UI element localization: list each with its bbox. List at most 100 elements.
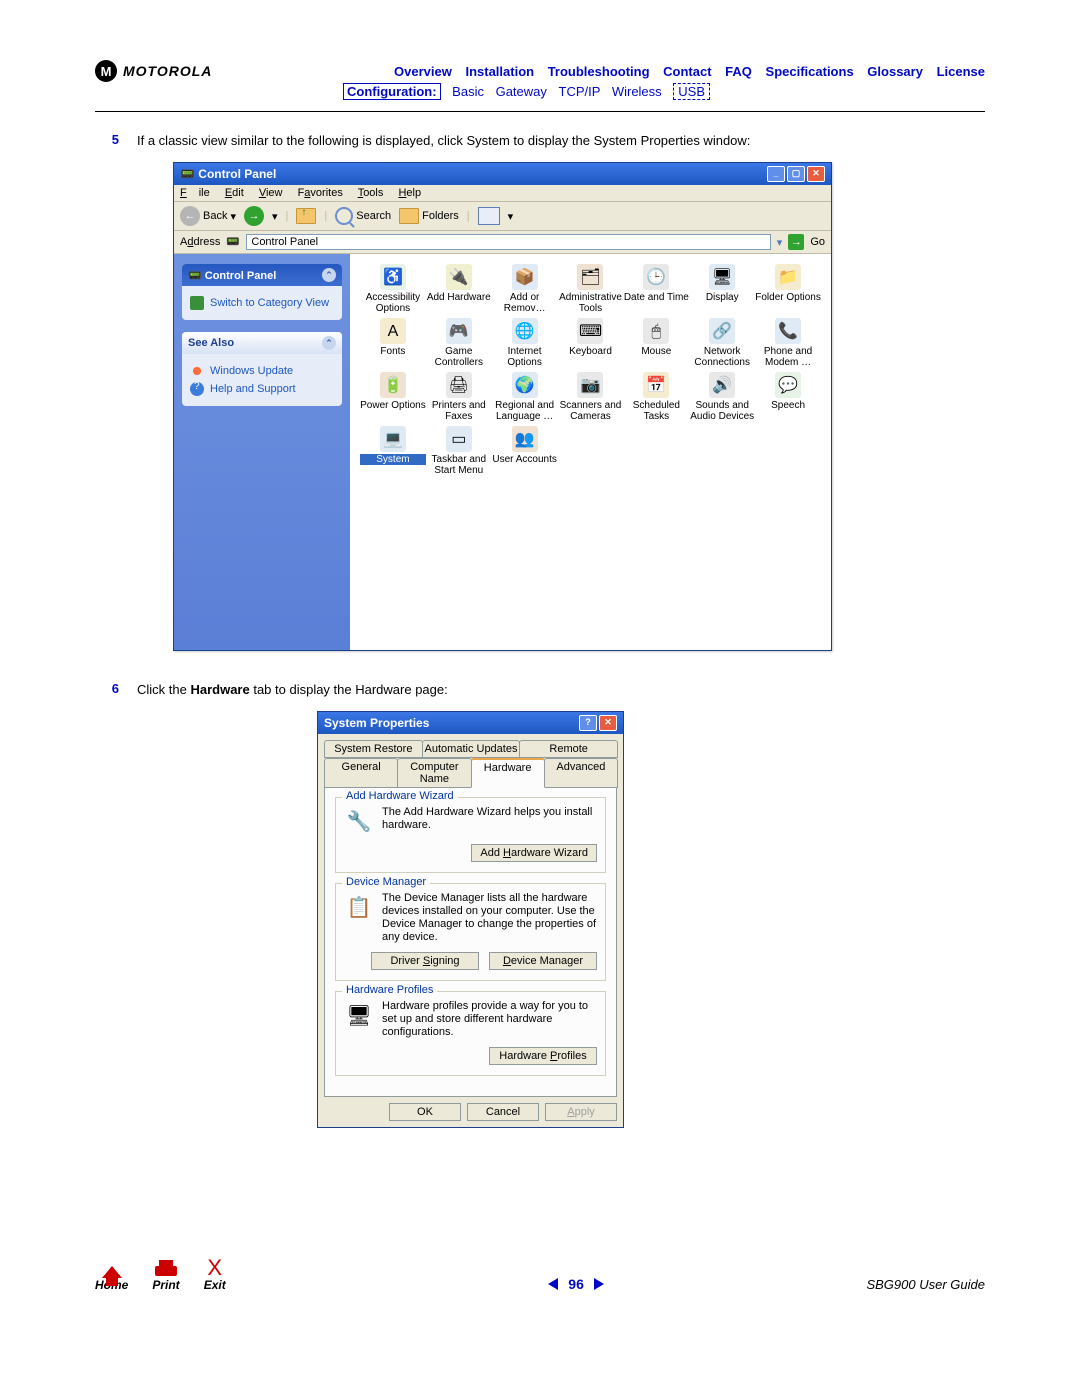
cp-item-speech[interactable]: 💬Speech bbox=[755, 372, 821, 424]
cp-icon: 🔌 bbox=[446, 264, 472, 290]
close-button[interactable]: ✕ bbox=[807, 166, 825, 182]
menu-help[interactable]: Help bbox=[398, 187, 421, 199]
cp-item-network-connections[interactable]: 🔗Network Connections bbox=[689, 318, 755, 370]
nav-glossary[interactable]: Glossary bbox=[867, 64, 923, 79]
cp-item-label: Network Connections bbox=[689, 346, 755, 368]
nav-troubleshooting[interactable]: Troubleshooting bbox=[548, 64, 650, 79]
cp-item-system[interactable]: 💻System bbox=[360, 426, 426, 478]
cp-item-mouse[interactable]: 🖱Mouse bbox=[623, 318, 689, 370]
cp-item-scanners-and-cameras[interactable]: 📷Scanners and Cameras bbox=[558, 372, 624, 424]
print-label: Print bbox=[152, 1278, 179, 1292]
views-button[interactable] bbox=[478, 207, 500, 225]
subnav-gateway[interactable]: Gateway bbox=[496, 84, 547, 99]
driver-signing-button[interactable]: Driver Signing bbox=[371, 952, 479, 970]
menu-favorites[interactable]: Favorites bbox=[298, 187, 343, 199]
user-guide-label: SBG900 User Guide bbox=[866, 1277, 985, 1292]
close-button[interactable]: ✕ bbox=[599, 715, 617, 731]
cp-item-add-or-remov[interactable]: 📦Add or Remov… bbox=[492, 264, 558, 316]
windows-update-link[interactable]: Windows Update bbox=[190, 364, 334, 378]
nav-license[interactable]: License bbox=[937, 64, 985, 79]
header-separator bbox=[95, 111, 985, 112]
print-button[interactable]: Print bbox=[152, 1260, 179, 1292]
search-button[interactable]: Search bbox=[335, 207, 391, 225]
add-hardware-wizard-button[interactable]: Add Hardware Wizard bbox=[471, 844, 597, 862]
exit-button[interactable]: X Exit bbox=[204, 1258, 226, 1292]
cp-item-regional-and-language[interactable]: 🌍Regional and Language … bbox=[492, 372, 558, 424]
tab-automatic-updates[interactable]: Automatic Updates bbox=[422, 740, 521, 758]
subnav-basic[interactable]: Basic bbox=[452, 84, 484, 99]
apply-button[interactable]: Apply bbox=[545, 1103, 617, 1121]
collapse-icon[interactable]: ⌃ bbox=[322, 268, 336, 282]
tab-system-restore[interactable]: System Restore bbox=[324, 740, 423, 758]
back-button[interactable]: ← Back ▾ bbox=[180, 206, 236, 226]
nav-specifications[interactable]: Specifications bbox=[766, 64, 854, 79]
tab-computer-name[interactable]: Computer Name bbox=[397, 758, 471, 788]
subnav-tcpip[interactable]: TCP/IP bbox=[559, 84, 601, 99]
cp-item-date-and-time[interactable]: 🕒Date and Time bbox=[623, 264, 689, 316]
cp-item-user-accounts[interactable]: 👥User Accounts bbox=[492, 426, 558, 478]
cp-item-internet-options[interactable]: 🌐Internet Options bbox=[492, 318, 558, 370]
help-support-link[interactable]: Help and Support bbox=[190, 382, 334, 396]
cp-item-taskbar-and-start-menu[interactable]: ▭Taskbar and Start Menu bbox=[426, 426, 492, 478]
step-6-number: 6 bbox=[105, 681, 119, 699]
ok-button[interactable]: OK bbox=[389, 1103, 461, 1121]
step-6-text: Click the Hardware tab to display the Ha… bbox=[137, 681, 985, 699]
cp-item-fonts[interactable]: AFonts bbox=[360, 318, 426, 370]
prev-page-button[interactable] bbox=[548, 1278, 558, 1290]
menu-edit[interactable]: Edit bbox=[225, 187, 244, 199]
tab-advanced[interactable]: Advanced bbox=[544, 758, 618, 788]
menu-tools[interactable]: Tools bbox=[358, 187, 384, 199]
minimize-button[interactable]: _ bbox=[767, 166, 785, 182]
device-manager-button[interactable]: Device Manager bbox=[489, 952, 597, 970]
go-button[interactable]: → bbox=[788, 234, 804, 250]
cp-item-power-options[interactable]: 🔋Power Options bbox=[360, 372, 426, 424]
menu-file[interactable]: File bbox=[180, 187, 210, 199]
tab-remote[interactable]: Remote bbox=[519, 740, 618, 758]
address-label: Address bbox=[180, 236, 220, 248]
cp-item-add-hardware[interactable]: 🔌Add Hardware bbox=[426, 264, 492, 316]
up-icon[interactable]: ↑ bbox=[296, 208, 316, 224]
cp-item-folder-options[interactable]: 📁Folder Options bbox=[755, 264, 821, 316]
cp-item-label: System bbox=[360, 454, 426, 465]
home-button[interactable]: Home bbox=[95, 1266, 128, 1292]
nav-installation[interactable]: Installation bbox=[465, 64, 534, 79]
nav-contact[interactable]: Contact bbox=[663, 64, 711, 79]
address-input[interactable] bbox=[246, 234, 770, 250]
cancel-button[interactable]: Cancel bbox=[467, 1103, 539, 1121]
nav-overview[interactable]: Overview bbox=[394, 64, 452, 79]
cp-item-administrative-tools[interactable]: 🗂Administrative Tools bbox=[558, 264, 624, 316]
cp-icon: 🗂 bbox=[577, 264, 603, 290]
cp-item-game-controllers[interactable]: 🎮Game Controllers bbox=[426, 318, 492, 370]
forward-button[interactable]: → bbox=[244, 206, 264, 226]
menu-view[interactable]: View bbox=[259, 187, 283, 199]
tab-general[interactable]: General bbox=[324, 758, 398, 788]
folders-button[interactable]: Folders bbox=[399, 208, 459, 224]
cp-item-label: Keyboard bbox=[558, 346, 624, 357]
cp-item-label: Power Options bbox=[360, 400, 426, 411]
collapse-icon[interactable]: ⌃ bbox=[322, 336, 336, 350]
help-button[interactable]: ? bbox=[579, 715, 597, 731]
cp-item-scheduled-tasks[interactable]: 📅Scheduled Tasks bbox=[623, 372, 689, 424]
hardware-profiles-button[interactable]: Hardware Profiles bbox=[489, 1047, 597, 1065]
cp-icon: 📦 bbox=[512, 264, 538, 290]
subnav-configuration[interactable]: Configuration: bbox=[343, 83, 441, 100]
cp-item-display[interactable]: 🖥Display bbox=[689, 264, 755, 316]
hardware-profiles-text: Hardware profiles provide a way for you … bbox=[382, 1000, 597, 1039]
cp-item-keyboard[interactable]: ⌨Keyboard bbox=[558, 318, 624, 370]
next-page-button[interactable] bbox=[594, 1278, 604, 1290]
cp-item-phone-and-modem[interactable]: 📞Phone and Modem … bbox=[755, 318, 821, 370]
cp-item-accessibility-options[interactable]: ♿Accessibility Options bbox=[360, 264, 426, 316]
subnav-wireless[interactable]: Wireless bbox=[612, 84, 662, 99]
device-manager-icon: 📋 bbox=[344, 892, 374, 922]
sidebar-panel1-title: Control Panel bbox=[205, 270, 277, 282]
address-dropdown[interactable]: ▾ bbox=[777, 236, 783, 249]
nav-faq[interactable]: FAQ bbox=[725, 64, 752, 79]
cp-item-sounds-and-audio-devices[interactable]: 🔊Sounds and Audio Devices bbox=[689, 372, 755, 424]
cp-item-printers-and-faxes[interactable]: 🖨Printers and Faxes bbox=[426, 372, 492, 424]
switch-view-link[interactable]: Switch to Category View bbox=[190, 296, 334, 310]
maximize-button[interactable]: ▢ bbox=[787, 166, 805, 182]
subnav-usb[interactable]: USB bbox=[673, 83, 710, 100]
menu-bar: File Edit View Favorites Tools Help bbox=[174, 185, 831, 202]
help-icon bbox=[190, 382, 204, 396]
tab-hardware[interactable]: Hardware bbox=[471, 758, 545, 788]
